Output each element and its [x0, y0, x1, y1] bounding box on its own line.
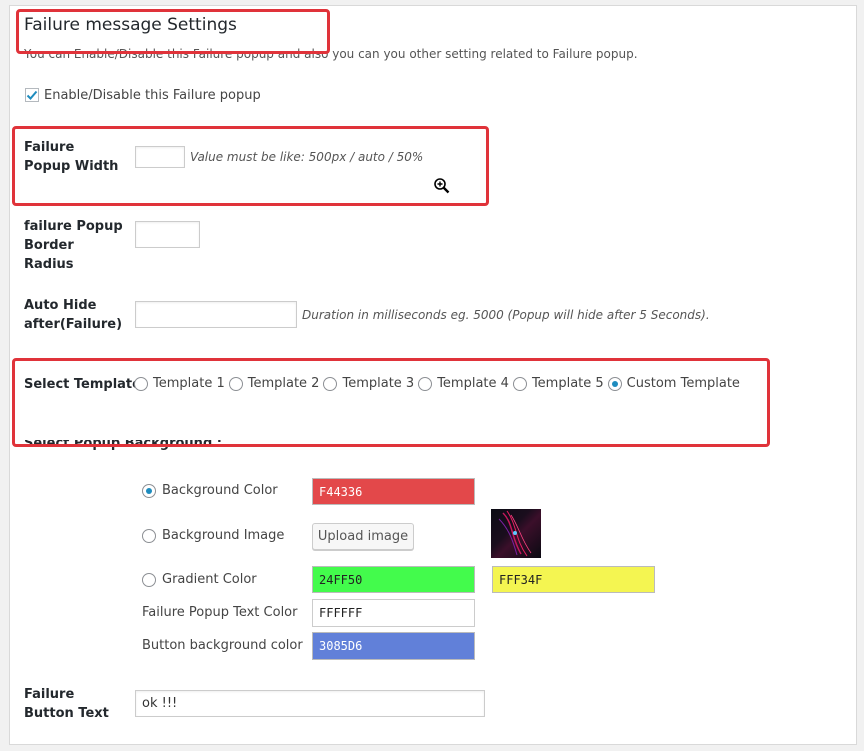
check-icon — [26, 90, 38, 100]
auto-hide-label: Auto Hide after(Failure) — [24, 298, 123, 332]
button-bg-field[interactable]: 3085D6 — [312, 632, 475, 660]
radio-button[interactable] — [142, 528, 156, 543]
background-image-thumbnail — [491, 509, 541, 558]
gradient-start-field[interactable]: 24FF50 — [312, 566, 475, 593]
option-label: Background Image — [162, 528, 285, 543]
text-color-field[interactable]: FFFFFF — [312, 599, 475, 627]
option-label: Gradient Color — [162, 572, 257, 587]
upload-image-button[interactable]: Upload image — [312, 523, 414, 550]
gradient-end-field[interactable]: FFF34F — [492, 566, 655, 593]
radio-button[interactable] — [142, 483, 156, 498]
radius-label: failure Popup Border Radius — [24, 219, 123, 272]
button-text-label: Failure Button Text — [24, 687, 109, 721]
option-label: Background Color — [162, 483, 278, 498]
gradient-option[interactable]: Gradient Color — [142, 572, 257, 587]
enable-label: Enable/Disable this Failure popup — [44, 88, 261, 103]
highlight-template — [12, 358, 770, 447]
text-color-label: Failure Popup Text Color — [142, 605, 298, 620]
auto-hide-input[interactable] — [135, 301, 297, 328]
button-text-input[interactable] — [135, 690, 485, 717]
description-occluder — [28, 47, 318, 54]
radius-input[interactable] — [135, 221, 200, 248]
radio-button[interactable] — [142, 572, 156, 587]
highlight-width — [12, 126, 489, 206]
bg-color-field[interactable]: F44336 — [312, 478, 475, 505]
button-bg-label: Button background color — [142, 638, 303, 653]
auto-hide-hint: Duration in milliseconds eg. 5000 (Popup… — [302, 308, 710, 322]
bg-color-option[interactable]: Background Color — [142, 483, 278, 498]
bg-image-option[interactable]: Background Image — [142, 528, 284, 543]
enable-checkbox[interactable] — [25, 88, 39, 102]
